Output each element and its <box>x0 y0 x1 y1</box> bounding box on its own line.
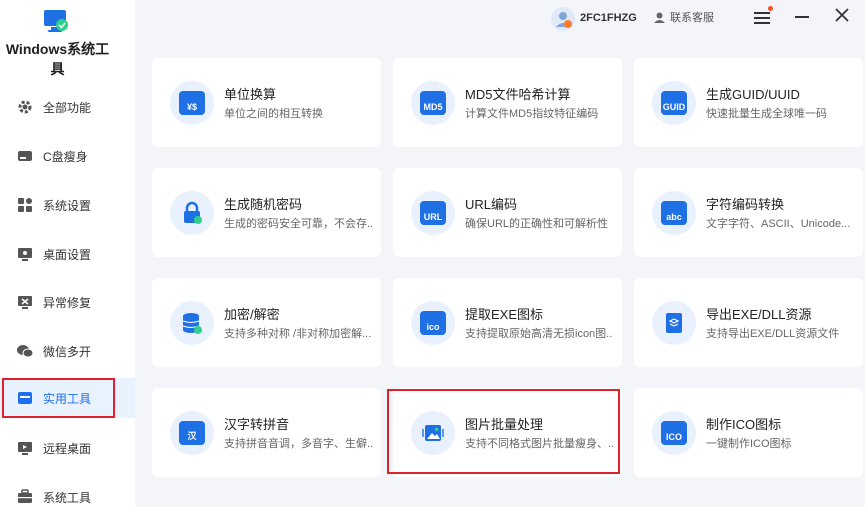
tool-card[interactable]: GUID 生成GUID/UUID 快速批量生成全球唯一码 <box>634 58 863 147</box>
tool-description: 文字字符、ASCII、Unicode... <box>706 218 851 230</box>
pinyin-icon: 汉 <box>170 411 214 455</box>
tool-card[interactable]: 汉汉字转拼音支持拼音音调，多音字、生僻.. <box>152 388 381 477</box>
tool-card[interactable]: ico 提取EXE图标支持提取原始高清无损icon图.. <box>393 278 622 367</box>
tool-description: 一键制作ICO图标 <box>706 438 792 450</box>
abc-icon: abc <box>652 191 696 235</box>
briefcase-icon <box>16 488 34 506</box>
tool-description: 生成的密码安全可靠，不会存.. <box>224 218 374 230</box>
tool-title: 生成GUID/UUID <box>706 87 800 102</box>
minimize-icon[interactable] <box>795 16 809 18</box>
export-layers-icon <box>652 301 696 345</box>
tool-description: 支持导出EXE/DLL资源文件 <box>706 328 840 340</box>
sidebar-item-label: 微信多开 <box>43 344 92 359</box>
sidebar-item-system-tools[interactable]: 系统工具 <box>0 477 135 507</box>
selected-card-highlight <box>387 389 620 474</box>
tool-card[interactable]: ICO 制作ICO图标 一键制作ICO图标 <box>634 388 863 477</box>
app-title: Windows系统工具 <box>5 41 110 77</box>
tool-card[interactable]: abc 字符编码转换文字字符、ASCII、Unicode... <box>634 168 863 257</box>
sidebar-item-remote-desktop[interactable]: 远程桌面 <box>0 428 135 468</box>
headset-icon <box>654 12 665 23</box>
monitor-icon <box>16 245 34 263</box>
tool-description: 单位之间的相互转换 <box>224 108 323 120</box>
sidebar-item-label: 系统工具 <box>43 490 92 505</box>
lock-icon <box>170 191 214 235</box>
md5-icon: MD5 <box>411 81 455 125</box>
disk-icon <box>16 147 34 165</box>
unit-convert-icon: ¥$ <box>170 81 214 125</box>
tool-description: 支持多种对称 /非对称加密解... <box>224 328 372 340</box>
contact-support-button[interactable]: 联系客服 <box>653 9 714 25</box>
tool-description: 确保URL的正确性和可解析性 <box>465 218 609 230</box>
tool-card[interactable]: 导出EXE/DLL资源支持导出EXE/DLL资源文件 <box>634 278 863 367</box>
tool-description: 快速批量生成全球唯一码 <box>706 108 827 120</box>
tool-title: 制作ICO图标 <box>706 417 782 432</box>
tool-title: 导出EXE/DLL资源 <box>706 307 812 322</box>
sidebar-item-label: 全部功能 <box>43 100 92 115</box>
top-bar: 2FC1FHZG 联系客服 <box>135 0 865 40</box>
sidebar-item-label: 远程桌面 <box>43 441 92 456</box>
tool-title: URL编码 <box>465 197 518 212</box>
sidebar-item-label: 异常修复 <box>43 295 92 310</box>
app-logo-area: Windows系统工具 <box>0 0 135 80</box>
sidebar-item-desktop-settings[interactable]: 桌面设置 <box>0 234 135 274</box>
menu-icon[interactable] <box>753 9 773 27</box>
sidebar-item-wechat-multi[interactable]: 微信多开 <box>0 331 135 371</box>
close-icon[interactable] <box>835 8 849 22</box>
url-icon: URL <box>411 191 455 235</box>
tool-description: 计算文件MD5指纹特征编码 <box>465 108 599 120</box>
tool-description: 支持提取原始高清无损icon图.. <box>465 328 613 340</box>
tool-card[interactable]: ¥$ 单位换算单位之间的相互转换 <box>152 58 381 147</box>
active-item-highlight <box>2 378 115 418</box>
notification-dot <box>768 6 773 11</box>
tool-title: 加密/解密 <box>224 307 280 322</box>
avatar[interactable] <box>551 7 575 31</box>
tool-title: 生成随机密码 <box>224 197 303 212</box>
tool-card[interactable]: MD5 MD5文件哈希计算计算文件MD5指纹特征编码 <box>393 58 622 147</box>
sidebar-item-all-functions[interactable]: 全部功能 <box>0 87 135 127</box>
tool-title: 提取EXE图标 <box>465 307 544 322</box>
sidebar-item-c-disk[interactable]: C盘瘦身 <box>0 136 135 176</box>
tool-card[interactable]: URL URL编码确保URL的正确性和可解析性 <box>393 168 622 257</box>
tool-description: 支持拼音音调，多音字、生僻.. <box>224 438 374 450</box>
database-lock-icon <box>170 301 214 345</box>
app-logo-icon <box>44 10 68 32</box>
tool-title: 单位换算 <box>224 87 277 102</box>
guid-icon: GUID <box>652 81 696 125</box>
support-label: 联系客服 <box>670 12 714 24</box>
sidebar-item-system-settings[interactable]: 系统设置 <box>0 185 135 225</box>
sidebar-item-label: 系统设置 <box>43 198 92 213</box>
repair-icon <box>16 293 34 311</box>
ico-make-icon: ICO <box>652 411 696 455</box>
sidebar-item-label: C盘瘦身 <box>43 149 88 164</box>
sidebar: Windows系统工具 全部功能 C盘瘦身 系统设置 桌面设置 异常修复 微信多… <box>0 0 135 507</box>
tool-card[interactable]: 加密/解密支持多种对称 /非对称加密解... <box>152 278 381 367</box>
sidebar-item-exception-repair[interactable]: 异常修复 <box>0 282 135 322</box>
gear-icon <box>16 98 34 116</box>
tool-title: MD5文件哈希计算 <box>465 87 571 102</box>
remote-icon <box>16 439 34 457</box>
ico-extract-icon: ico <box>411 301 455 345</box>
user-id[interactable]: 2FC1FHZG <box>580 12 637 24</box>
tool-title: 字符编码转换 <box>706 197 785 212</box>
grid-icon <box>16 196 34 214</box>
wechat-icon <box>16 342 34 360</box>
tool-card[interactable]: 生成随机密码生成的密码安全可靠，不会存.. <box>152 168 381 257</box>
sidebar-item-label: 桌面设置 <box>43 247 92 262</box>
tool-title: 汉字转拼音 <box>224 417 290 432</box>
